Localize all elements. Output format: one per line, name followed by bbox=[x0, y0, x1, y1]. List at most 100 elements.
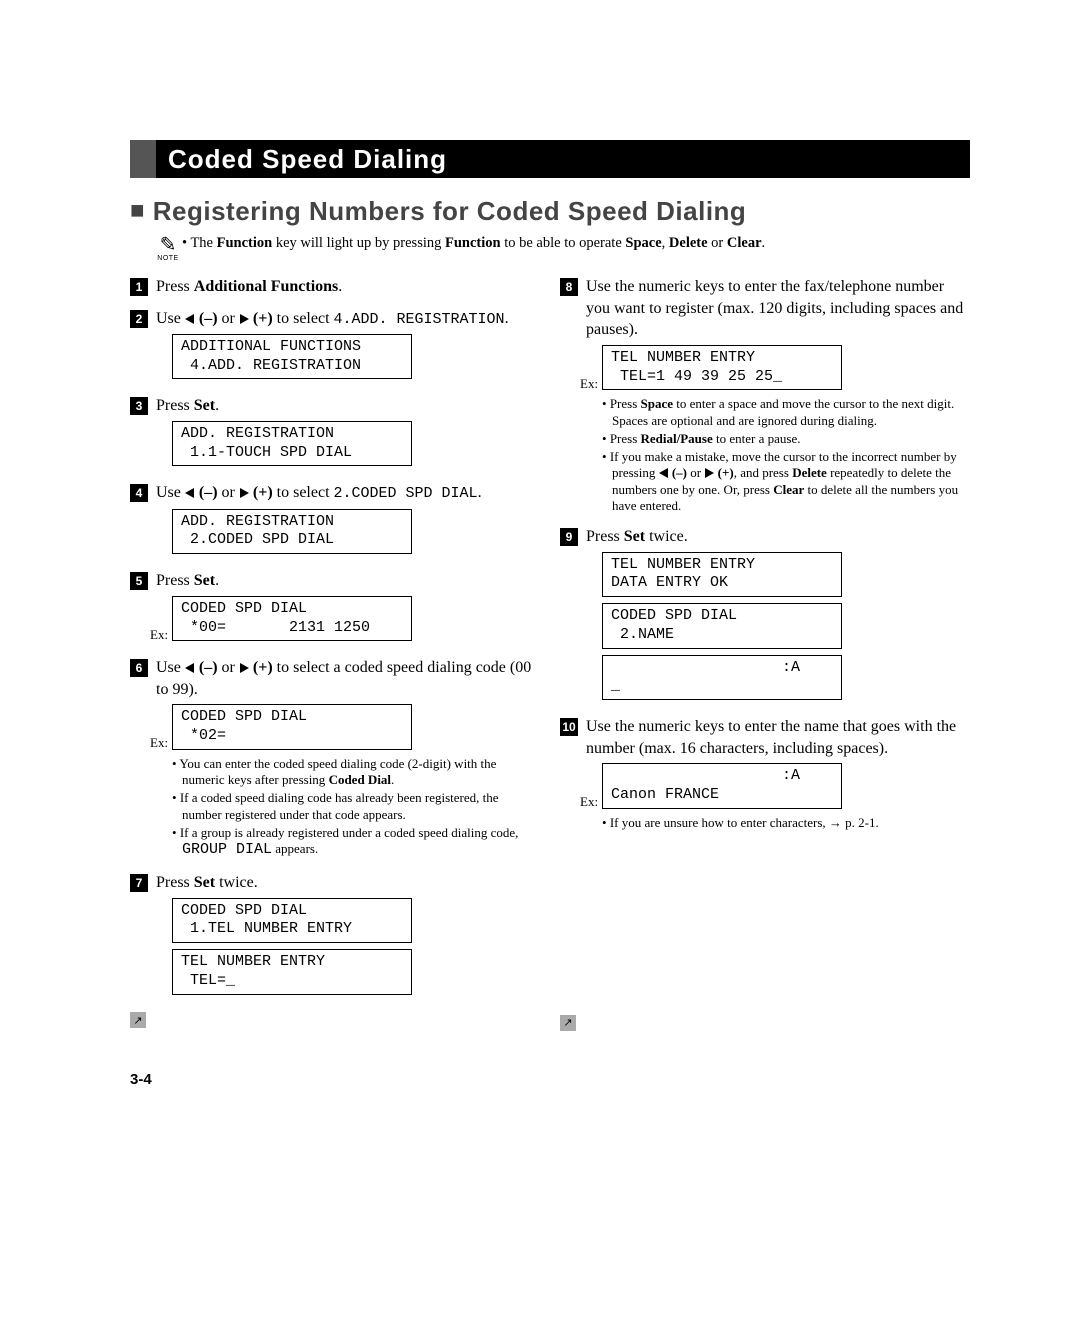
txt: Use bbox=[156, 310, 185, 327]
ex-label: Ex: bbox=[580, 375, 600, 397]
continue-icon: ↗ bbox=[560, 1015, 576, 1031]
kw-function: Function bbox=[217, 235, 273, 251]
kw-delete: Delete bbox=[669, 235, 708, 251]
list-item: Press Redial/Pause to enter a pause. bbox=[602, 431, 970, 447]
left-arrow-icon bbox=[659, 468, 668, 478]
num-badge-1: 1 bbox=[130, 278, 148, 296]
txt: Use bbox=[156, 484, 185, 501]
txt: . bbox=[762, 235, 766, 251]
sub-bullets: If you are unsure how to enter character… bbox=[602, 815, 970, 831]
txt: . bbox=[338, 278, 342, 295]
kw-clear: Clear bbox=[727, 235, 762, 251]
right-arrow-icon bbox=[240, 663, 249, 673]
lcd-display: :A Canon FRANCE bbox=[602, 763, 842, 809]
txt: If a group is already registered under a… bbox=[180, 825, 519, 840]
step-5: 5 Press Set. Ex: CODED SPD DIAL *00= 213… bbox=[130, 570, 540, 647]
kw-plus: (+) bbox=[249, 310, 273, 327]
note-icon: ✎NOTE bbox=[154, 235, 182, 262]
txt: . bbox=[478, 484, 482, 501]
page-number: 3-4 bbox=[130, 1071, 970, 1088]
list-item: Press Space to enter a space and move th… bbox=[602, 396, 970, 429]
txt: Use bbox=[156, 659, 185, 676]
txt: . bbox=[215, 397, 219, 414]
txt: to be able to operate bbox=[501, 235, 626, 251]
txt: to select bbox=[273, 484, 334, 501]
step-8: 8 Use the numeric keys to enter the fax/… bbox=[560, 276, 970, 516]
sub-bullets: You can enter the coded speed dialing co… bbox=[172, 756, 540, 860]
ex-label: Ex: bbox=[580, 793, 600, 815]
num-badge-3: 3 bbox=[130, 397, 148, 415]
kw-coded-dial: Coded Dial bbox=[329, 772, 391, 787]
kw-minus: (–) bbox=[195, 659, 218, 676]
step-3: 3 Press Set. ADD. REGISTRATION 1.1-TOUCH… bbox=[130, 395, 540, 472]
kw-minus: (–) bbox=[195, 484, 218, 501]
left-arrow-icon bbox=[185, 314, 194, 324]
num-badge-7: 7 bbox=[130, 874, 148, 892]
txt: or bbox=[708, 235, 727, 251]
num-badge-5: 5 bbox=[130, 572, 148, 590]
txt: , and press bbox=[734, 465, 793, 480]
step-1: 1 Press Additional Functions. bbox=[130, 276, 540, 298]
lcd-display: TEL NUMBER ENTRY TEL=_ bbox=[172, 949, 412, 995]
lcd-display: CODED SPD DIAL *02= bbox=[172, 704, 412, 750]
txt: Press bbox=[156, 572, 194, 589]
list-item: If you are unsure how to enter character… bbox=[602, 815, 970, 831]
section-title: Registering Numbers for Coded Speed Dial… bbox=[153, 196, 747, 226]
menu-path: 4.ADD. REGISTRATION bbox=[334, 311, 505, 328]
ex-label: Ex: bbox=[150, 734, 170, 756]
step-7: 7 Press Set twice. CODED SPD DIAL 1.TEL … bbox=[130, 872, 540, 1001]
txt: or bbox=[218, 659, 239, 676]
sub-bullets: Press Space to enter a space and move th… bbox=[602, 396, 970, 514]
step-2: 2 Use (–) or (+) to select 4.ADD. REGIST… bbox=[130, 308, 540, 386]
right-column: 8 Use the numeric keys to enter the fax/… bbox=[560, 276, 970, 1031]
step-4: 4 Use (–) or (+) to select 2.CODED SPD D… bbox=[130, 482, 540, 560]
kw-set: Set bbox=[194, 397, 215, 414]
note-text: • The Function key will light up by pres… bbox=[182, 235, 765, 252]
txt: key will light up by pressing bbox=[272, 235, 445, 251]
txt: Press bbox=[156, 278, 194, 295]
kw-set: Set bbox=[624, 528, 645, 545]
kw-plus: (+) bbox=[249, 659, 273, 676]
txt: . bbox=[215, 572, 219, 589]
txt: to select bbox=[273, 310, 334, 327]
menu-path: 2.CODED SPD DIAL bbox=[334, 485, 478, 502]
txt: . bbox=[505, 310, 509, 327]
right-arrow-icon bbox=[705, 468, 714, 478]
title-bar: Coded Speed Dialing bbox=[130, 140, 970, 178]
txt: Press bbox=[586, 528, 624, 545]
num-badge-9: 9 bbox=[560, 528, 578, 546]
txt: Press bbox=[610, 396, 641, 411]
txt: • The bbox=[182, 235, 217, 251]
txt: twice. bbox=[645, 528, 688, 545]
list-item: You can enter the coded speed dialing co… bbox=[172, 756, 540, 789]
kw-space: Space bbox=[625, 235, 661, 251]
right-arrow-icon bbox=[240, 314, 249, 324]
lcd-display: ADD. REGISTRATION 2.CODED SPD DIAL bbox=[172, 509, 412, 555]
title-tab bbox=[130, 140, 156, 178]
num-badge-8: 8 bbox=[560, 278, 578, 296]
left-arrow-icon bbox=[185, 663, 194, 673]
step-6: 6 Use (–) or (+) to select a coded speed… bbox=[130, 657, 540, 862]
kw-plus: (+) bbox=[714, 465, 733, 480]
kw-clear: Clear bbox=[773, 482, 804, 497]
txt: Press bbox=[610, 431, 641, 446]
txt: twice. bbox=[215, 874, 258, 891]
right-arrow-icon bbox=[240, 488, 249, 498]
menu-label: GROUP DIAL bbox=[182, 841, 272, 858]
num-badge-6: 6 bbox=[130, 659, 148, 677]
list-item: If you make a mistake, move the cursor t… bbox=[602, 449, 970, 514]
kw-minus: (–) bbox=[669, 465, 687, 480]
step-10: 10 Use the numeric keys to enter the nam… bbox=[560, 716, 970, 833]
txt: Use the numeric keys to enter the name t… bbox=[586, 718, 956, 757]
lcd-display: ADD. REGISTRATION 1.1-TOUCH SPD DIAL bbox=[172, 421, 412, 467]
kw-function: Function bbox=[445, 235, 501, 251]
list-item: If a coded speed dialing code has alread… bbox=[172, 790, 540, 823]
kw-plus: (+) bbox=[249, 484, 273, 501]
left-arrow-icon bbox=[185, 488, 194, 498]
txt: Press bbox=[156, 397, 194, 414]
num-badge-10: 10 bbox=[560, 718, 578, 736]
section-heading: ■ Registering Numbers for Coded Speed Di… bbox=[130, 196, 970, 227]
ex-label: Ex: bbox=[150, 626, 170, 648]
kw-set: Set bbox=[194, 874, 215, 891]
lcd-display: TEL NUMBER ENTRY TEL=1 49 39 25 25_ bbox=[602, 345, 842, 391]
